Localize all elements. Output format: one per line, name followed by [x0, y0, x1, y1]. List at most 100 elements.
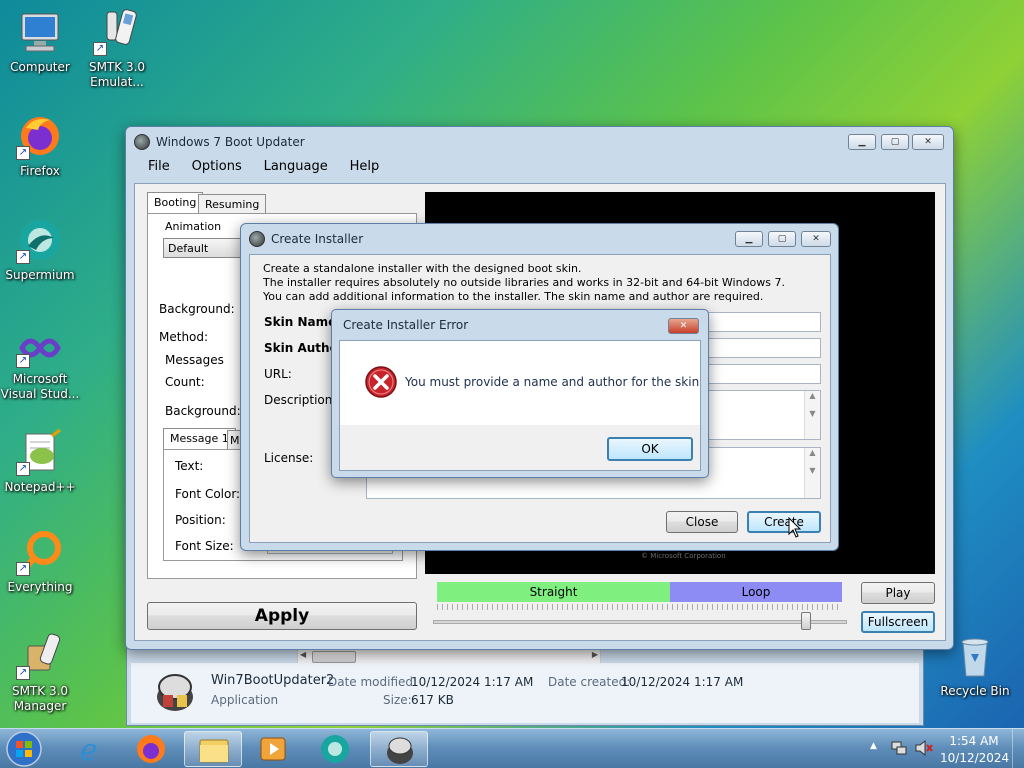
scroll-right-icon[interactable]: ▶ [592, 650, 598, 659]
tab-booting[interactable]: Booting [147, 192, 204, 214]
animation-label: Animation [165, 220, 222, 233]
desktop-icon-smtk-manager[interactable]: ↗ SMTK 3.0 Manager [0, 632, 80, 714]
taskbar-media-player[interactable] [244, 731, 302, 767]
description-label: Description: [264, 393, 337, 407]
desktop-icon-notepadpp[interactable]: ↗ Notepad++ [0, 428, 80, 495]
font-color-label: Font Color: [175, 487, 241, 501]
size-value: 617 KB [411, 693, 454, 707]
messages-group-label: Messages [165, 353, 224, 367]
desktop-icon-everything[interactable]: ↗ Everything [0, 528, 80, 595]
create-button[interactable]: Create [747, 511, 821, 533]
close-dialog-button[interactable]: Close [666, 511, 738, 533]
font-size-label: Font Size: [175, 539, 234, 553]
url-label: URL: [264, 367, 292, 381]
apply-button[interactable]: Apply [147, 602, 417, 630]
desktop-icon-computer[interactable]: Computer [0, 8, 80, 75]
desktop-icon-visual-studio[interactable]: ↗ Microsoft Visual Stud... [0, 328, 80, 402]
everything-icon: ↗ [16, 528, 64, 576]
error-body: You must provide a name and author for t… [339, 340, 701, 471]
clock-time[interactable]: 1:54 AM [944, 734, 1004, 748]
title-bar[interactable]: Windows 7 Boot Updater [126, 127, 953, 157]
show-hidden-icons-icon[interactable]: ▲ [870, 741, 877, 751]
ci-close-button[interactable]: ✕ [801, 231, 831, 247]
description-line-3: You can add additional information to th… [263, 290, 764, 303]
loop-segment[interactable]: Loop [670, 582, 842, 602]
start-button[interactable] [4, 730, 44, 768]
taskbar-firefox[interactable] [122, 731, 180, 767]
show-desktop-button[interactable] [1012, 729, 1024, 768]
desktop-icon-label: Computer [10, 60, 70, 74]
scroll-thumb[interactable] [312, 651, 356, 663]
minimize-button[interactable]: ▁ [848, 134, 876, 150]
description-line-1: Create a standalone installer with the d… [263, 262, 582, 275]
text-label: Text: [175, 459, 204, 473]
error-message: You must provide a name and author for t… [405, 375, 700, 389]
ok-button[interactable]: OK [607, 437, 693, 461]
timeline-track[interactable] [433, 620, 847, 624]
menu-options[interactable]: Options [192, 159, 242, 174]
desktop-icon-smtk-emulator[interactable]: ↗ SMTK 3.0 Emulat... [77, 8, 157, 90]
maximize-button[interactable]: ▢ [881, 134, 909, 150]
background-label: Background: [159, 302, 235, 316]
scroll-up-icon[interactable]: ▲ [809, 448, 815, 457]
fullscreen-button[interactable]: Fullscreen [861, 611, 935, 633]
date-modified-label: Date modified: [328, 675, 418, 689]
svg-text:e: e [80, 733, 98, 767]
timeline-slider-thumb[interactable] [801, 612, 811, 630]
error-title-bar[interactable]: Create Installer Error [332, 310, 708, 340]
smtk-manager-icon: ↗ [16, 632, 64, 680]
animation-value: Default [168, 242, 209, 255]
play-button[interactable]: Play [861, 582, 935, 604]
scroll-down-icon[interactable]: ▼ [809, 409, 815, 418]
shortcut-arrow-icon: ↗ [16, 354, 30, 368]
taskbar-file-explorer[interactable] [184, 731, 242, 767]
firefox-icon: ↗ [16, 112, 64, 160]
animation-select[interactable]: Default [163, 238, 243, 258]
scroll-left-icon[interactable]: ◀ [300, 650, 306, 659]
error-dialog: Create Installer Error ✕ You must provid… [331, 309, 709, 478]
desktop-icon-label: SMTK 3.0 Emulat... [88, 60, 146, 89]
computer-icon [16, 8, 64, 56]
date-created-label: Date created: [548, 675, 631, 689]
shortcut-arrow-icon: ↗ [16, 250, 30, 264]
shortcut-arrow-icon: ↗ [16, 666, 30, 680]
position-label: Position: [175, 513, 226, 527]
error-title: Create Installer Error [343, 318, 469, 332]
desktop-icon-label: Everything [7, 580, 73, 594]
taskbar-internet-explorer[interactable]: e [62, 731, 120, 768]
window-title: Windows 7 Boot Updater [156, 135, 305, 149]
preview-copyright: © Microsoft Corporation [641, 552, 726, 560]
smtk-emulator-icon: ↗ [93, 8, 141, 56]
desktop-icon-label: Firefox [20, 164, 60, 178]
scroll-up-icon[interactable]: ▲ [809, 391, 815, 400]
desktop-icon-supermium[interactable]: ↗ Supermium [0, 216, 80, 283]
menu-language[interactable]: Language [264, 159, 328, 174]
tab-resuming[interactable]: Resuming [198, 194, 267, 214]
desktop-icon-firefox[interactable]: ↗ Firefox [0, 112, 80, 179]
taskbar-supermium[interactable] [306, 731, 364, 767]
create-installer-title-icon [249, 231, 265, 247]
volume-muted-icon[interactable] [914, 739, 934, 757]
close-button[interactable]: ✕ [912, 134, 944, 150]
taskbar-boot-updater[interactable] [370, 731, 428, 767]
clock-date[interactable]: 10/12/2024 [940, 751, 1009, 765]
app-title-icon [134, 134, 150, 150]
create-installer-title: Create Installer [271, 232, 364, 246]
ci-maximize-button[interactable]: ▢ [768, 231, 796, 247]
network-icon[interactable] [890, 739, 908, 757]
ci-minimize-button[interactable]: ▁ [735, 231, 763, 247]
menu-help[interactable]: Help [350, 159, 380, 174]
file-name: Win7BootUpdater2 [211, 673, 335, 688]
visual-studio-icon: ↗ [16, 328, 64, 368]
description-scrollbar[interactable]: ▲ ▼ [804, 391, 820, 439]
timeline-ticks [437, 604, 842, 610]
straight-segment[interactable]: Straight [437, 582, 670, 602]
desktop-icon-label: Notepad++ [4, 480, 76, 494]
scroll-down-icon[interactable]: ▼ [809, 466, 815, 475]
explorer-window: ◀ ▶ Win7BootUpdater2 Application Date mo… [126, 640, 924, 726]
license-scrollbar[interactable]: ▲ ▼ [804, 448, 820, 498]
error-close-button[interactable]: ✕ [668, 318, 699, 334]
tab-message-2[interactable]: M [227, 430, 241, 450]
menu-file[interactable]: File [148, 159, 170, 174]
tab-message-1[interactable]: Message 1 [163, 428, 236, 450]
